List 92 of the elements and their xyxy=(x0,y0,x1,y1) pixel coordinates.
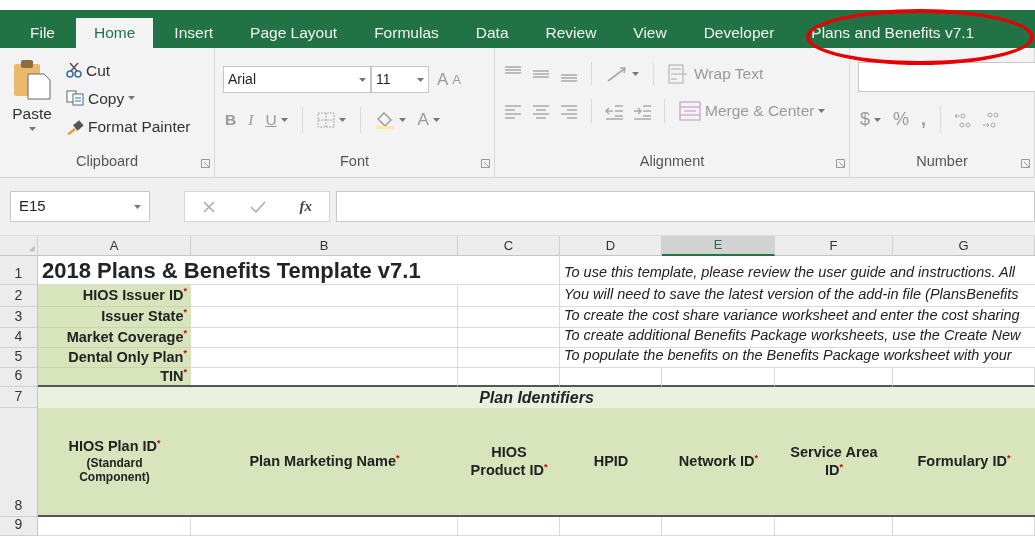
caret-icon xyxy=(359,77,366,82)
paint-bucket-icon xyxy=(374,110,395,129)
caret-icon xyxy=(134,204,141,209)
input-cell[interactable] xyxy=(191,285,458,307)
ribbon-tab[interactable]: Plans and Benefits v7.1 xyxy=(795,18,991,48)
copy-icon xyxy=(66,90,84,107)
angled-text-icon xyxy=(606,64,628,83)
group-label: Clipboard xyxy=(74,152,140,171)
ribbon-tab[interactable]: Data xyxy=(459,18,525,48)
group-label: Number xyxy=(915,152,969,171)
row-header[interactable]: 7 xyxy=(0,387,38,408)
wrap-text-icon xyxy=(668,63,690,84)
cut-button[interactable]: Cut xyxy=(64,58,193,82)
field-label: Market Coverage* xyxy=(38,328,191,348)
input-cell[interactable] xyxy=(191,307,458,328)
increase-decimal-icon[interactable] xyxy=(953,110,974,129)
cancel-icon[interactable] xyxy=(201,199,216,214)
dialog-launcher-icon[interactable] xyxy=(836,159,845,168)
instruction-text: To use this template, please review the user guide and instructions. All xyxy=(560,256,1035,285)
caret-icon xyxy=(874,117,881,122)
row-header[interactable]: 6 xyxy=(0,368,38,387)
instruction-text: To create the cost share variance worksheet and enter the cost sharing xyxy=(560,307,1035,328)
column-heading: HPID xyxy=(560,408,662,517)
ribbon-tab[interactable]: Developer xyxy=(687,18,791,48)
field-label: HIOS Issuer ID* xyxy=(38,285,191,307)
caret-icon xyxy=(417,77,424,82)
caret-icon xyxy=(398,117,406,122)
row-header[interactable]: 2 xyxy=(0,285,38,307)
insert-function-button[interactable]: fx xyxy=(299,195,313,218)
input-cell[interactable] xyxy=(191,348,458,368)
borders-button[interactable] xyxy=(314,111,348,128)
group-label: Font xyxy=(339,152,370,171)
caret-icon xyxy=(632,71,639,76)
merge-cells-icon xyxy=(679,100,701,121)
row-header[interactable]: 9 xyxy=(0,517,38,536)
column-header[interactable]: B xyxy=(191,236,458,256)
ribbon-tab[interactable]: View xyxy=(617,18,683,48)
borders-icon xyxy=(316,111,335,128)
row-header[interactable]: 3 xyxy=(0,307,38,328)
ribbon-tab[interactable]: Home xyxy=(76,18,154,48)
dialog-launcher-icon[interactable] xyxy=(201,159,210,168)
dialog-launcher-icon[interactable] xyxy=(1021,159,1030,168)
instruction-text: You will need to save the latest version of the add-in file (PlansBenefits xyxy=(560,285,1035,307)
column-heading: Service Area ID* xyxy=(775,408,893,517)
name-box[interactable]: E15 xyxy=(10,191,150,222)
caret-icon xyxy=(432,117,440,122)
input-cell[interactable] xyxy=(191,328,458,348)
column-header[interactable]: C xyxy=(458,236,560,256)
caret-icon xyxy=(818,108,826,113)
column-header[interactable]: F xyxy=(775,236,893,256)
empty-cell[interactable] xyxy=(458,256,560,285)
ribbon-tab[interactable]: Formulas xyxy=(358,18,455,48)
column-heading: HIOS Plan ID* (Standard Component) xyxy=(38,408,191,517)
column-header[interactable]: A xyxy=(38,236,191,256)
section-header: Plan Identifiers xyxy=(38,387,1035,408)
number-format-dropdown[interactable] xyxy=(858,62,1035,92)
instruction-text: To create additional Benefits Package worksheets, use the Create New xyxy=(560,328,1035,348)
caret-icon xyxy=(338,117,346,122)
input-cell[interactable] xyxy=(191,368,458,387)
column-heading: Formulary ID* xyxy=(893,408,1035,517)
row-header[interactable]: 5 xyxy=(0,348,38,368)
dialog-launcher-icon[interactable] xyxy=(481,159,490,168)
column-header[interactable]: G xyxy=(893,236,1035,256)
ribbon-tab[interactable]: File xyxy=(14,18,71,48)
field-label: TIN* xyxy=(38,368,191,387)
caret-icon xyxy=(280,117,288,122)
row-header[interactable]: 4 xyxy=(0,328,38,348)
copy-button[interactable]: Copy xyxy=(64,86,193,111)
column-header[interactable]: D xyxy=(560,236,662,256)
field-label: Issuer State* xyxy=(38,307,191,328)
clipboard-icon xyxy=(12,58,52,100)
select-all-icon[interactable] xyxy=(0,236,38,256)
field-label: Dental Only Plan* xyxy=(38,348,191,368)
row-header[interactable]: 8 xyxy=(0,408,38,517)
column-heading: HIOS Product ID* xyxy=(458,408,560,517)
scissors-icon xyxy=(66,62,82,79)
paintbrush-icon xyxy=(66,118,84,135)
group-label: Alignment xyxy=(638,152,706,171)
ribbon-tab[interactable]: Insert xyxy=(158,18,230,48)
paste-button[interactable]: Paste xyxy=(8,56,56,149)
caret-icon xyxy=(128,96,136,101)
format-painter-button[interactable]: Format Painter xyxy=(64,115,193,139)
ribbon-tab[interactable]: Review xyxy=(529,18,613,48)
ribbon-tab[interactable]: Page Layout xyxy=(234,18,354,48)
column-heading: Plan Marketing Name* xyxy=(191,408,458,517)
caret-icon xyxy=(28,127,36,132)
row-header[interactable]: 1 xyxy=(0,256,38,285)
column-header[interactable]: E xyxy=(662,236,775,256)
decrease-decimal-icon[interactable] xyxy=(981,110,1002,129)
column-heading: Network ID* xyxy=(662,408,775,517)
formula-input[interactable] xyxy=(336,191,1035,222)
enter-check-icon[interactable] xyxy=(249,199,266,214)
